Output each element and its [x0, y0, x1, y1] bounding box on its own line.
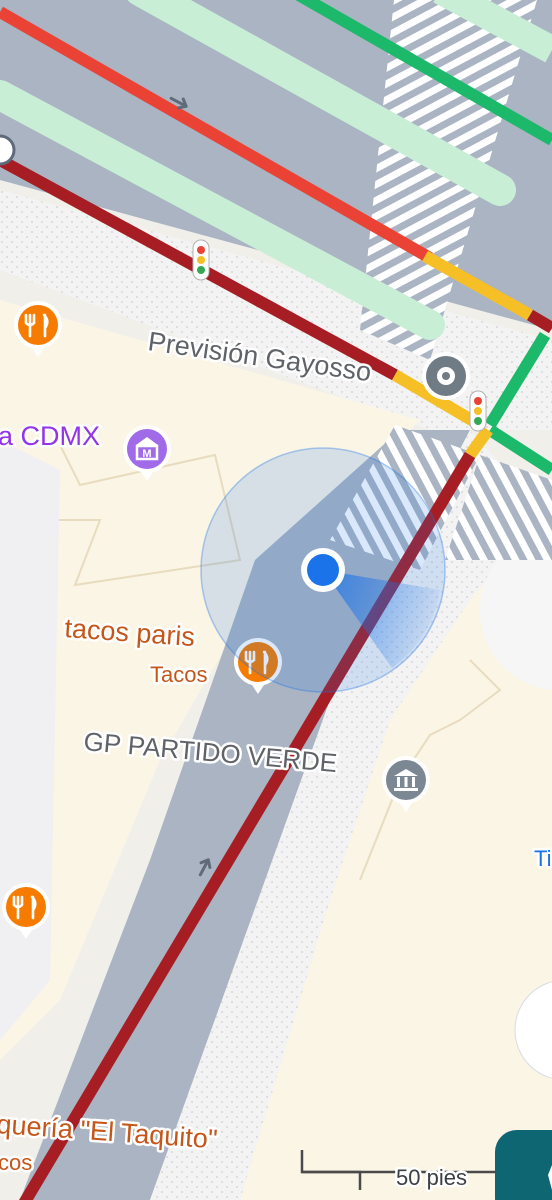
label-right-edge[interactable]: Ti — [532, 844, 552, 874]
label-tacos-paris-category: Tacos — [150, 662, 207, 687]
traffic-light-icon — [469, 390, 487, 432]
label-taqueria-category: cos — [0, 1150, 32, 1175]
label-cdmx[interactable]: a CDMX — [0, 419, 103, 454]
my-location-dot-icon[interactable] — [301, 548, 345, 592]
traffic-light-icon — [192, 239, 210, 281]
navigation-fab[interactable] — [495, 1130, 552, 1200]
place-pin-icon[interactable] — [0, 134, 16, 166]
map-canvas[interactable]: Previsión Gayosso a CDMX M tacos paris T… — [0, 0, 552, 1200]
svg-text:M: M — [142, 448, 151, 460]
scale-bar-label: 50 pies — [396, 1165, 467, 1190]
funeral-home-marker[interactable] — [422, 352, 470, 400]
